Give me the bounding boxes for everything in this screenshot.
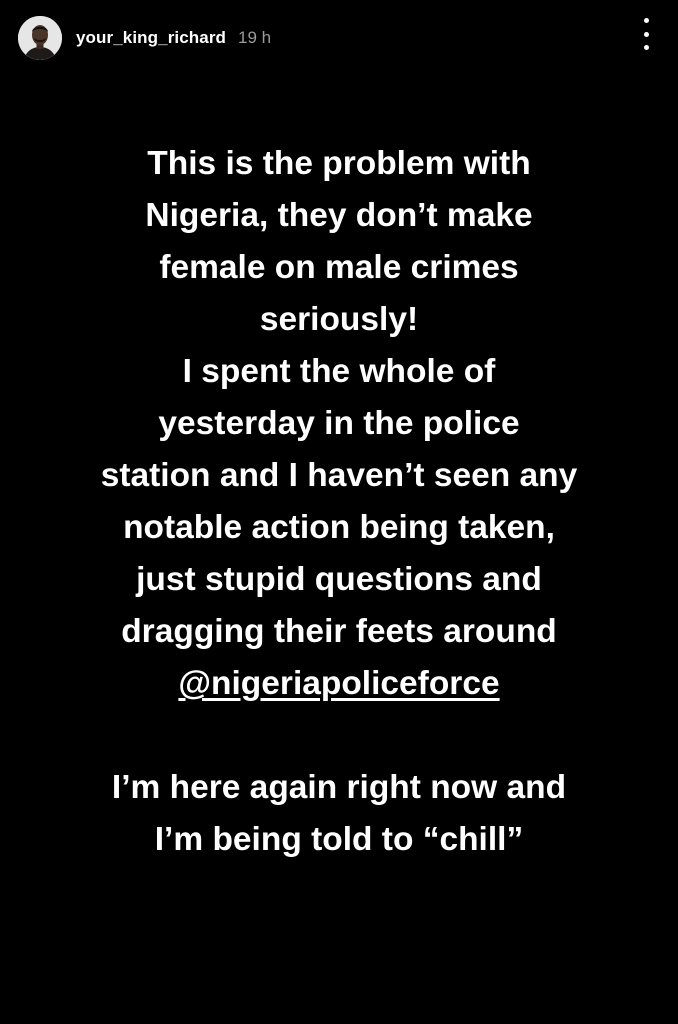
timestamp: 19 h bbox=[238, 28, 272, 47]
story-text: This is the problem with Nigeria, they d… bbox=[0, 138, 678, 866]
story-text-line: just stupid questions and bbox=[136, 561, 542, 598]
mention-line: @nigeriapoliceforce bbox=[0, 658, 678, 710]
story-view: your_king_richard 19 h This is the probl… bbox=[0, 0, 678, 1024]
story-text-line: yesterday in the police bbox=[158, 405, 520, 442]
story-text-line: I’m here again right now and bbox=[111, 769, 567, 806]
avatar[interactable] bbox=[18, 16, 62, 60]
more-options-button[interactable] bbox=[638, 18, 654, 50]
vertical-dots-icon bbox=[643, 31, 649, 37]
story-text-line: station and I haven’t seen any bbox=[100, 457, 578, 494]
story-text-line: dragging their feets around bbox=[121, 613, 557, 650]
story-text-line: This is the problem with bbox=[147, 145, 531, 182]
vertical-dots-icon bbox=[643, 18, 649, 23]
mention-link[interactable]: @nigeriapoliceforce bbox=[178, 665, 499, 702]
story-text-line: notable action being taken, bbox=[123, 509, 555, 546]
story-text-line: Nigeria, they don’t make bbox=[145, 197, 533, 234]
story-text-line: I spent the whole of bbox=[182, 353, 496, 390]
vertical-dots-icon bbox=[643, 45, 649, 50]
story-text-line: female on male crimes bbox=[159, 249, 519, 286]
avatar-image bbox=[18, 16, 62, 60]
username[interactable]: your_king_richard bbox=[76, 28, 226, 48]
story-text-line: I’m being told to “chill” bbox=[154, 821, 524, 858]
story-header: your_king_richard 19 h bbox=[18, 16, 660, 60]
story-text-line: seriously! bbox=[259, 301, 419, 338]
